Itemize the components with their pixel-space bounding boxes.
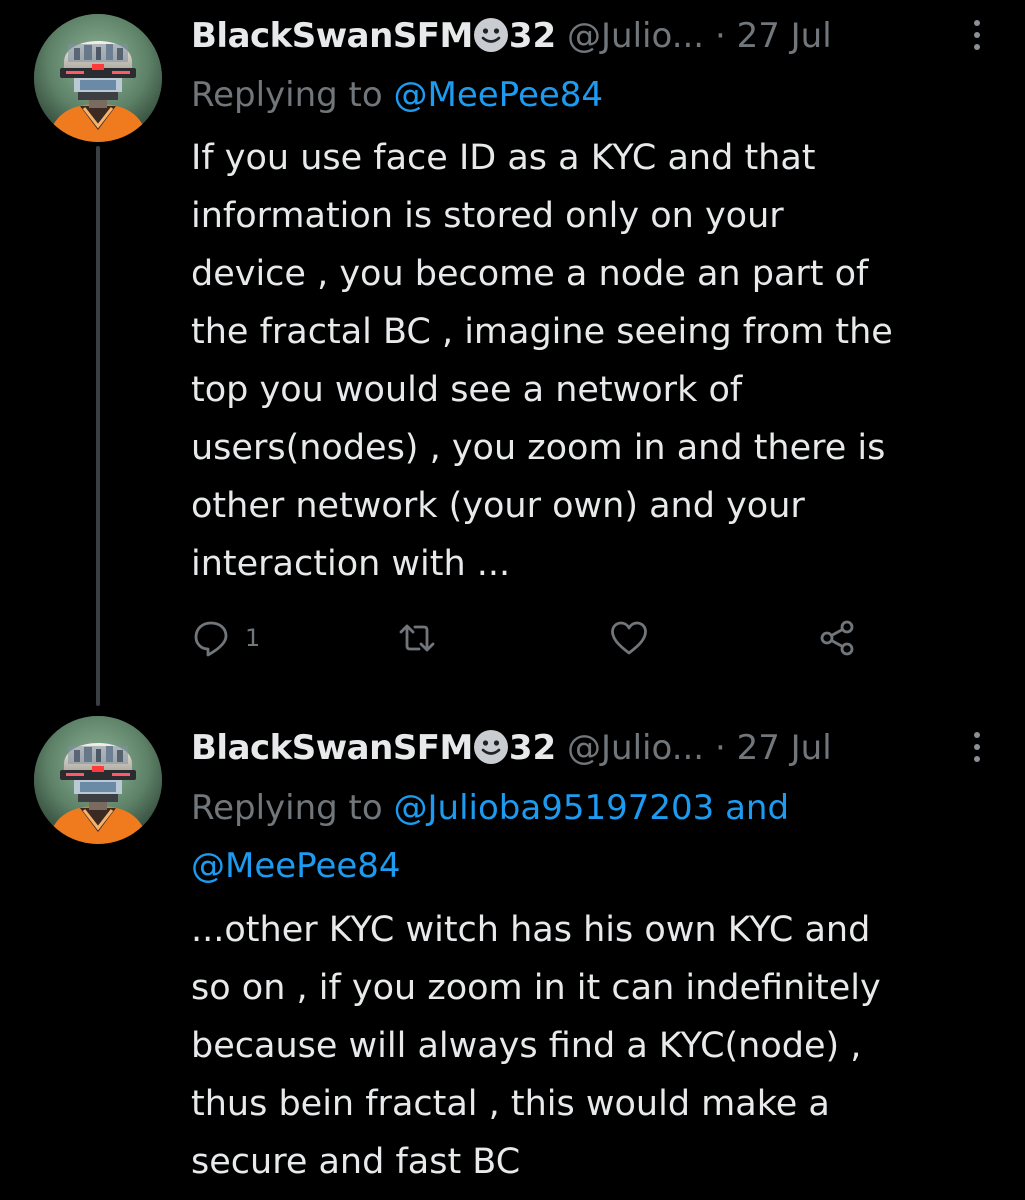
tweet-date[interactable]: 27 Jul [737, 16, 832, 56]
tweet-text-line: ...other KYC witch has his own KYC and [191, 910, 871, 950]
display-name-suffix: 32 [508, 728, 557, 768]
user-handle[interactable]: @Julio... [567, 16, 704, 56]
tweet-text: If you use face ID as a KYC and that inf… [191, 129, 991, 593]
tweet-text-line: so on , if you zoom in it can indefinite… [191, 968, 881, 1008]
tweet-text-line: information is stored only on your [191, 196, 784, 236]
date-separator: · [714, 16, 726, 56]
reply-count: 1 [245, 624, 261, 652]
like-button[interactable] [609, 614, 649, 662]
tweet-header: BlackSwanSFM 32 @Julio... · 27 Jul [191, 12, 991, 60]
avatar[interactable] [34, 716, 162, 844]
mention-link[interactable]: @MeePee84 [191, 846, 401, 886]
mention-link[interactable]: @MeePee84 [394, 75, 604, 115]
tweet-text-line: because will always find a KYC(node) , [191, 1026, 862, 1066]
heart-icon [611, 621, 647, 655]
reply-icon [194, 621, 228, 657]
tweet-text-line: device , you become a node an part of [191, 254, 869, 294]
tweet-text-line: secure and fast BC [191, 1142, 521, 1182]
tweet[interactable]: BlackSwanSFM 32 @Julio... · 27 Jul Replyi… [0, 700, 1025, 1200]
display-name-suffix: 32 [508, 16, 557, 56]
retweet-button[interactable] [397, 614, 437, 662]
tweet-header: BlackSwanSFM 32 @Julio... · 27 Jul [191, 724, 991, 772]
tweet-text-line: If you use face ID as a KYC and that [191, 138, 816, 178]
more-options-icon[interactable] [962, 728, 992, 768]
mention-joiner: and [725, 788, 790, 828]
thread-connector-line [96, 146, 100, 706]
tweet-text: ...other KYC witch has his own KYC and s… [191, 901, 991, 1191]
tweet-text-line: the fractal BC , imagine seeing from the [191, 312, 893, 352]
replying-to-line: Replying to @MeePee84 [191, 66, 991, 124]
tweet-text-line: thus bein fractal , this would make a [191, 1084, 830, 1124]
tweet-date[interactable]: 27 Jul [737, 728, 832, 768]
replying-to-label: Replying to [191, 788, 383, 828]
retweet-icon [399, 624, 435, 652]
user-handle[interactable]: @Julio... [567, 728, 704, 768]
slightly-smiling-face-emoji-icon [473, 729, 509, 765]
avatar-image [34, 14, 162, 142]
slightly-smiling-face-emoji-icon [473, 17, 509, 53]
date-separator: · [714, 728, 726, 768]
tweet-actions-bar: 1 [191, 614, 891, 662]
share-button[interactable] [817, 614, 857, 662]
mention-link[interactable]: @Julioba95197203 [394, 788, 715, 828]
more-options-icon[interactable] [962, 16, 992, 56]
share-icon [820, 620, 854, 656]
avatar-image [34, 716, 162, 844]
replying-to-line: Replying to @Julioba95197203 and @MeePee… [191, 779, 991, 895]
tweet-text-line: users(nodes) , you zoom in and there is [191, 428, 886, 468]
tweet-text-line: interaction with ... [191, 544, 511, 584]
tweet-text-line: top you would see a network of [191, 370, 743, 410]
display-name[interactable]: BlackSwanSFM [191, 16, 473, 56]
display-name[interactable]: BlackSwanSFM [191, 728, 473, 768]
replying-to-label: Replying to [191, 75, 383, 115]
tweet-text-line: other network (your own) and your [191, 486, 805, 526]
avatar[interactable] [34, 14, 162, 142]
reply-button[interactable]: 1 [191, 614, 260, 662]
tweet[interactable]: BlackSwanSFM 32 @Julio... · 27 Jul Replyi… [0, 0, 1025, 706]
